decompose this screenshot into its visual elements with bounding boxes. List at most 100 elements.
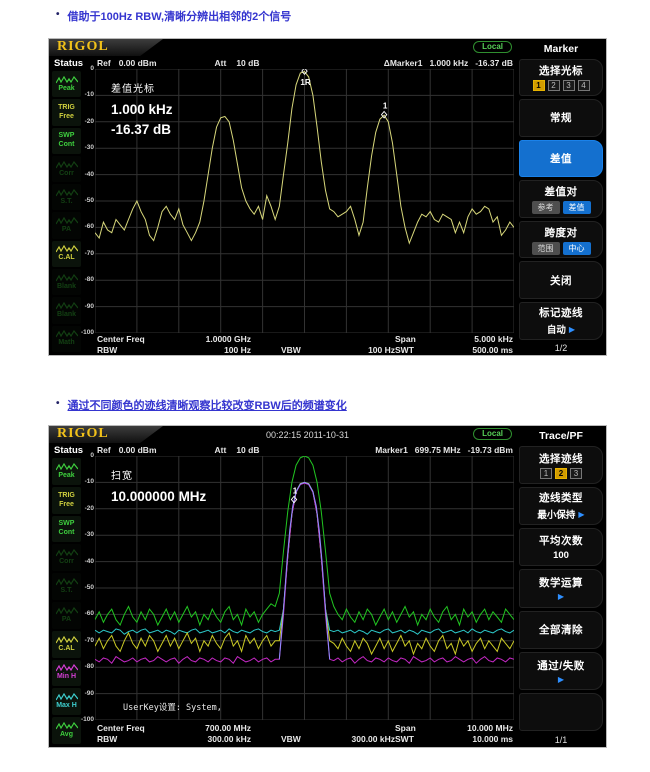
- y-axis-label: -80: [80, 276, 94, 284]
- select-box-1[interactable]: 1: [533, 80, 545, 91]
- y-axis-label: -20: [80, 118, 94, 126]
- rbw-value: 100 Hz: [159, 345, 251, 355]
- graticule-area: 0-10-20-30-40-50-60-70-80-90-100 1 扫宽 10…: [95, 456, 514, 720]
- status-icon-math: Math: [52, 326, 81, 352]
- manual-page: • 借助于100Hz RBW,清晰分辨出相邻的2个信号 RIGOL Local …: [0, 0, 650, 772]
- y-axis-label: -50: [80, 584, 94, 592]
- y-axis-label: -100: [80, 716, 94, 724]
- select-box-2[interactable]: 2: [548, 80, 560, 91]
- softkey-选择迹线[interactable]: 选择迹线123: [519, 446, 603, 484]
- span-label: Span: [395, 334, 431, 344]
- menu-title: Marker: [519, 41, 603, 57]
- y-axis-label: -100: [80, 329, 94, 337]
- bullet-item-rbw: • 借助于100Hz RBW,清晰分辨出相邻的2个信号: [56, 8, 291, 24]
- marker-readout-amp: -19.73 dBm: [468, 445, 513, 455]
- select-box-3[interactable]: 3: [570, 468, 582, 479]
- softkey-选择光标[interactable]: 选择光标1234: [519, 59, 603, 97]
- vbw-label: VBW: [281, 734, 317, 744]
- att-label: Att: [215, 445, 227, 455]
- status-icon-pa: PA: [52, 212, 81, 238]
- bullet-icon: •: [56, 8, 60, 24]
- softkey-数学运算[interactable]: 数学运算▶: [519, 569, 603, 607]
- datetime-text: 00:22:15 2011-10-31: [169, 430, 446, 440]
- annotation-row: Ref 0.00 dBm Att 10 dB Marker1 699.75 MH…: [85, 444, 516, 456]
- status-icon-avg: Avg: [52, 717, 81, 744]
- y-axis-label: -40: [80, 171, 94, 179]
- overlay-freq: 1.000 kHz: [111, 102, 173, 117]
- bottom-bar: Center Freq 700.00 MHz Span 10.000 MHz R…: [85, 720, 516, 747]
- att-value: 10 dB: [236, 445, 259, 455]
- status-icon-cont: SWPCont: [52, 516, 81, 543]
- annotation-row: Ref 0.00 dBm Att 10 dB ΔMarker1 1.000 kH…: [85, 57, 516, 69]
- bullet-item-traces: • 通过不同颜色的迹线清晰观察比较改变RBW后的频谱变化: [56, 397, 347, 413]
- status-icon-c-al: C.AL: [52, 631, 81, 658]
- status-icon-peak: Peak: [52, 458, 81, 485]
- status-icon-free: TRIGFree: [52, 487, 81, 514]
- y-axis-label: -10: [80, 91, 94, 99]
- lcd-area: Ref 0.00 dBm Att 10 dB Marker1 699.75 MH…: [85, 444, 516, 747]
- top-bar: RIGOL 00:22:15 2011-10-31 Local: [49, 426, 516, 444]
- y-axis-label: -30: [80, 531, 94, 539]
- marker-readout-label: ΔMarker1: [384, 58, 423, 68]
- softkey-跨度对[interactable]: 跨度对范围中心: [519, 221, 603, 259]
- status-column: Status PeakTRIGFreeSWPContCorrS.T.PAC.AL…: [49, 444, 85, 747]
- menu-title: Trace/PF: [519, 428, 603, 444]
- ref-value: 0.00 dBm: [119, 58, 157, 68]
- softkey-常规[interactable]: 常规: [519, 99, 603, 137]
- select-box-1[interactable]: 1: [540, 468, 552, 479]
- submenu-arrow-icon: ▶: [578, 510, 584, 519]
- rigol-logo: RIGOL: [49, 39, 163, 56]
- softkey-通过/失败[interactable]: 通过/失败▶: [519, 652, 603, 690]
- menu-page-indicator: 1/2: [519, 341, 603, 355]
- ref-label: Ref: [97, 445, 111, 455]
- span-label: Span: [395, 723, 431, 733]
- submenu-arrow-icon: ▶: [569, 325, 575, 334]
- overlay-freq: 10.000000 MHz: [111, 489, 206, 504]
- softkey-平均次数[interactable]: 平均次数100: [519, 528, 603, 566]
- status-icon-s-t-: S.T.: [52, 184, 81, 210]
- y-axis-label: -60: [80, 223, 94, 231]
- y-axis-label: 0: [80, 65, 94, 73]
- userkey-message: UserKey设置: System,: [123, 701, 222, 713]
- status-icon-blank: Blank: [52, 297, 81, 323]
- y-axis-label: -90: [80, 303, 94, 311]
- option-pill[interactable]: 范围: [532, 242, 560, 255]
- y-axis-label: 0: [80, 452, 94, 460]
- select-box-2[interactable]: 2: [555, 468, 567, 479]
- option-pill[interactable]: 中心: [563, 242, 591, 255]
- vbw-value: 100 Hz: [317, 345, 395, 355]
- spectrum-screenshot-1: RIGOL Local Status PeakTRIGFreeSWPContCo…: [48, 38, 607, 356]
- swt-label: SWT: [395, 734, 431, 744]
- ref-label: Ref: [97, 58, 111, 68]
- lcd-area: Ref 0.00 dBm Att 10 dB ΔMarker1 1.000 kH…: [85, 57, 516, 355]
- select-box-4[interactable]: 4: [578, 80, 590, 91]
- analyzer-display: RIGOL Local Status PeakTRIGFreeSWPContCo…: [49, 39, 516, 355]
- softkey-差值对[interactable]: 差值对参考差值: [519, 180, 603, 218]
- rbw-value: 300.00 kHz: [159, 734, 251, 744]
- submenu-arrow-icon: ▶: [558, 592, 564, 601]
- top-bar: RIGOL Local: [49, 39, 516, 57]
- softkey-全部清除[interactable]: 全部清除: [519, 611, 603, 649]
- local-badge: Local: [473, 428, 512, 440]
- softkey-迹线类型[interactable]: 迹线类型最小保持▶: [519, 487, 603, 525]
- select-box-3[interactable]: 3: [563, 80, 575, 91]
- status-icon-cont: SWPCont: [52, 128, 81, 154]
- overlay-title: 扫宽: [111, 467, 206, 482]
- softkey-差值[interactable]: 差值: [519, 140, 603, 178]
- y-axis-label: -20: [80, 505, 94, 513]
- span-value: 10.000 MHz: [431, 723, 513, 733]
- softkey-menu-trace: Trace/PF 选择迹线123迹线类型最小保持▶平均次数100数学运算▶ 全部清除…: [516, 426, 606, 747]
- option-pill[interactable]: 差值: [563, 201, 591, 214]
- bottom-bar: Center Freq 1.0000 GHz Span 5.000 kHz RB…: [85, 333, 516, 355]
- rbw-label: RBW: [97, 734, 159, 744]
- analyzer-display: RIGOL 00:22:15 2011-10-31 Local Status P…: [49, 426, 516, 747]
- swt-value: 500.00 ms: [431, 345, 513, 355]
- status-icon-corr: Corr: [52, 156, 81, 182]
- softkey-blank[interactable]: [519, 693, 603, 731]
- span-value: 5.000 kHz: [431, 334, 513, 344]
- softkey-关闭[interactable]: 关闭: [519, 261, 603, 299]
- softkey-标记迹线[interactable]: 标记迹线自动▶: [519, 302, 603, 340]
- overlay-amp: -16.37 dB: [111, 122, 173, 137]
- center-freq-label: Center Freq: [97, 334, 159, 344]
- option-pill[interactable]: 参考: [532, 201, 560, 214]
